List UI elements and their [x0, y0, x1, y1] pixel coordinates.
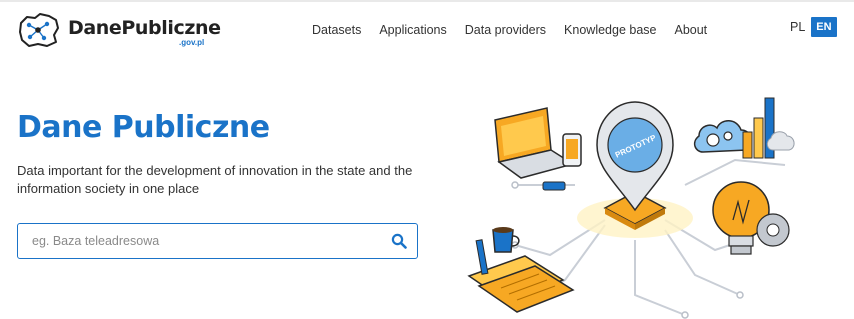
laptop-icon	[494, 107, 575, 179]
nav-item-knowledge-base[interactable]: Knowledge base	[564, 23, 656, 37]
search-input[interactable]	[18, 224, 378, 258]
search-box	[17, 223, 418, 259]
nav-item-applications[interactable]: Applications	[379, 23, 446, 37]
poland-map-logo-icon	[19, 13, 59, 47]
lightbulb-icon	[712, 181, 770, 255]
phone-icon	[562, 133, 582, 167]
usb-stick-icon	[542, 181, 566, 191]
hero-subtitle: Data important for the development of in…	[17, 163, 413, 196]
main-nav: Datasets Applications Data providers Kno…	[312, 20, 725, 40]
location-pin-icon: PROTOTYP	[596, 101, 674, 212]
hero-title: Dane Publiczne	[17, 110, 270, 145]
gear-icon	[756, 213, 790, 247]
logo-name: DanePubliczne	[68, 17, 221, 39]
search-icon	[391, 233, 407, 249]
site-logo[interactable]: DanePubliczne .gov.pl	[16, 10, 221, 50]
site-header: DanePubliczne .gov.pl Datasets Applicati…	[0, 2, 854, 52]
nav-item-about[interactable]: About	[674, 23, 707, 37]
language-switcher: PL EN	[790, 17, 837, 37]
nav-item-data-providers[interactable]: Data providers	[465, 23, 546, 37]
search-button[interactable]	[387, 229, 411, 253]
language-option-pl[interactable]: PL	[790, 20, 805, 34]
pencil-icon	[475, 239, 489, 275]
logo-domain: .gov.pl	[179, 38, 205, 47]
language-option-en[interactable]: EN	[811, 17, 837, 37]
hero-illustration: PROTOTYP	[467, 97, 795, 319]
nav-item-datasets[interactable]: Datasets	[312, 23, 361, 37]
